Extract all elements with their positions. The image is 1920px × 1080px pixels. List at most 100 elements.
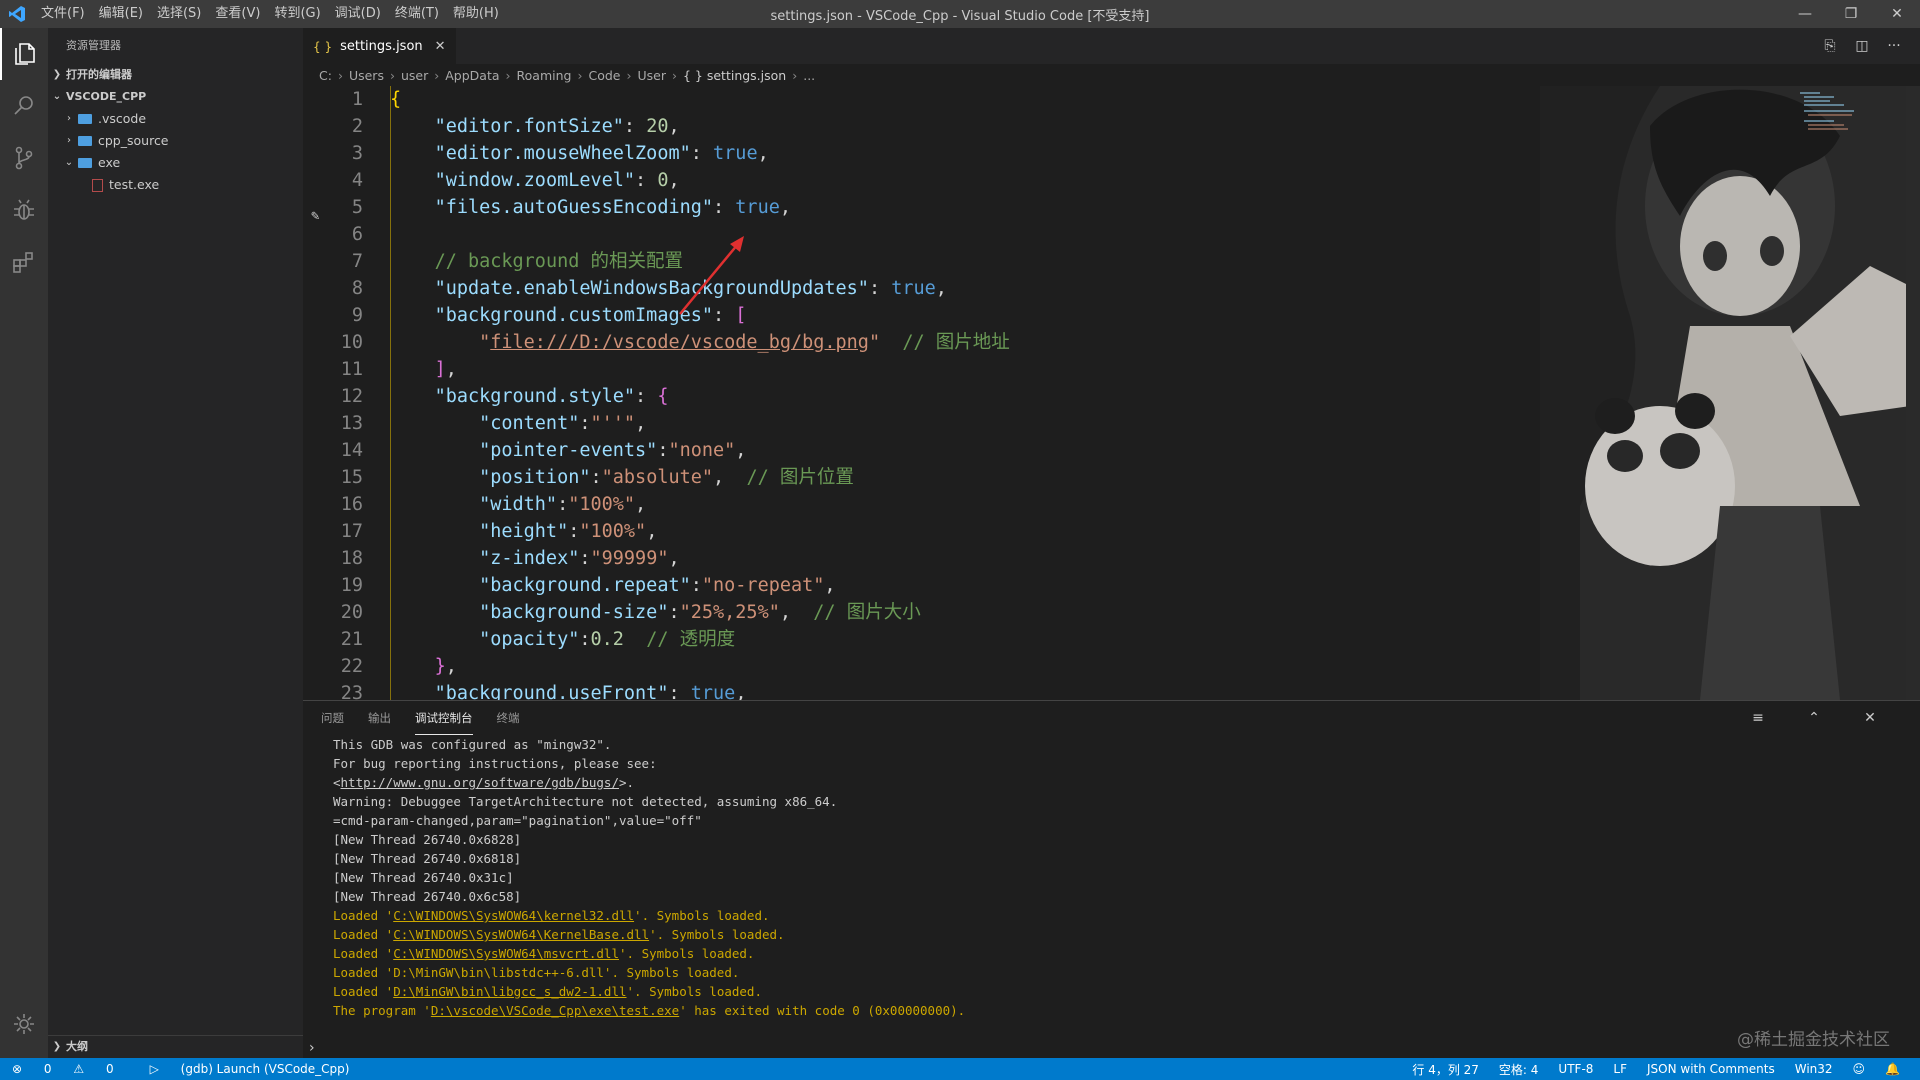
breadcrumb-item[interactable]: User	[637, 68, 666, 83]
console-link[interactable]: D:\vscode\VSCode_Cpp\exe\test.exe	[431, 1003, 679, 1018]
tab-debug-console[interactable]: 调试控制台	[415, 702, 473, 735]
menu-selection[interactable]: 选择(S)	[150, 0, 208, 28]
menu-file[interactable]: 文件(F)	[34, 0, 92, 28]
console-prompt[interactable]: ›	[309, 1040, 315, 1056]
line-content: "background.useFront": true,	[434, 683, 747, 700]
outline-label: 大纲	[66, 1040, 88, 1053]
menu-go[interactable]: 转到(G)	[267, 0, 327, 28]
tree-item-cpp-source[interactable]: › cpp_source	[48, 130, 303, 152]
line-content: "opacity":0.2 // 透明度	[479, 629, 736, 650]
console-link[interactable]: C:\WINDOWS\SysWOW64\msvcrt.dll	[393, 946, 619, 961]
console-line: Loaded 'D:\MinGW\bin\libstdc++-6.dll'. S…	[333, 965, 740, 980]
editor-actions: ⎘ ◫ ···	[1814, 28, 1910, 64]
console-line: [New Thread 26740.0x6818]	[333, 851, 522, 866]
tree-item-test-exe[interactable]: test.exe	[48, 174, 303, 196]
code-editor[interactable]: 1{2 "editor.fontSize": 20, 3 "editor.mous…	[303, 86, 1920, 700]
chevron-down-icon: ⌄	[52, 91, 62, 102]
line-content: // background 的相关配置	[434, 251, 683, 272]
breadcrumb-item[interactable]: Code	[588, 68, 620, 83]
restore-icon[interactable]: ❐	[1828, 0, 1874, 28]
line-content: "pointer-events":"none",	[479, 440, 747, 461]
tab-problems[interactable]: 问题	[321, 702, 344, 734]
breadcrumb-item[interactable]: AppData	[445, 68, 499, 83]
console-link[interactable]: D:\MinGW\bin\libgcc_s_dw2-1.dll	[393, 984, 626, 999]
folder-icon	[78, 114, 92, 124]
outline-section[interactable]: ❯ 大纲	[48, 1035, 303, 1058]
breadcrumb-item[interactable]: Users	[349, 68, 384, 83]
tab-settings-json[interactable]: { } settings.json ✕	[303, 28, 456, 64]
end-of-line[interactable]: LF	[1613, 1062, 1627, 1076]
bell-icon[interactable]: 🔔	[1885, 1062, 1900, 1076]
line-content: "content":"''",	[479, 413, 647, 434]
bottom-panel: 问题 输出 调试控制台 终端 ≡ ⌃ ✕ This GDB was config…	[303, 700, 1920, 1058]
menu-debug[interactable]: 调试(D)	[328, 0, 388, 28]
platform[interactable]: Win32	[1795, 1062, 1833, 1076]
source-control-icon	[15, 146, 33, 170]
close-window-icon[interactable]: ✕	[1874, 0, 1920, 28]
minimize-icon[interactable]: —	[1782, 0, 1828, 28]
close-panel-icon[interactable]: ✕	[1854, 702, 1886, 734]
breadcrumb-item[interactable]: { } settings.json	[683, 68, 786, 83]
open-editors-section[interactable]: ❯ 打开的编辑器	[48, 64, 303, 86]
console-line: Loaded 'C:\WINDOWS\SysWOW64\msvcrt.dll'.…	[333, 946, 755, 961]
source-control-button[interactable]	[0, 132, 48, 184]
cursor-position[interactable]: 行 4，列 27	[1412, 1061, 1479, 1078]
code-line: 2 "editor.fontSize": 20,	[303, 113, 1920, 140]
close-tab-icon[interactable]: ✕	[435, 39, 446, 54]
status-bar: ⊗ 0 ⚠ 0 ▷ (gdb) Launch (VSCode_Cpp) 行 4，…	[0, 1058, 1920, 1080]
console-link[interactable]: C:\WINDOWS\SysWOW64\KernelBase.dll	[393, 927, 649, 942]
tab-output[interactable]: 输出	[368, 702, 391, 734]
manage-button[interactable]	[0, 998, 48, 1050]
menu-edit[interactable]: 编辑(E)	[92, 0, 150, 28]
sidebar: 资源管理器 ❯ 打开的编辑器 ⌄ VSCODE_CPP › .vscode › …	[48, 28, 303, 1058]
explorer-button[interactable]	[0, 28, 48, 80]
line-number: 11	[340, 359, 363, 380]
line-number: 14	[340, 440, 363, 461]
line-number: 8	[351, 278, 363, 299]
indentation[interactable]: 空格: 4	[1499, 1061, 1539, 1078]
panel-actions: ≡ ⌃ ✕	[1742, 701, 1910, 735]
breadcrumb-item[interactable]: ...	[803, 68, 815, 83]
workspace-section[interactable]: ⌄ VSCODE_CPP	[48, 86, 303, 108]
tree-item-exe[interactable]: ⌄ exe	[48, 152, 303, 174]
menu-view[interactable]: 查看(V)	[208, 0, 267, 28]
chevron-right-icon: ›	[337, 67, 343, 83]
line-content: {	[390, 89, 402, 110]
console-line: [New Thread 26740.0x6c58]	[333, 889, 522, 904]
chevron-right-icon: ›	[434, 67, 440, 83]
tab-terminal[interactable]: 终端	[497, 702, 520, 734]
tree-item-vscode[interactable]: › .vscode	[48, 108, 303, 130]
debug-launch-status[interactable]: ▷ (gdb) Launch (VSCode_Cpp)	[150, 1062, 368, 1076]
clear-console-icon[interactable]: ≡	[1742, 702, 1774, 734]
tab-label: settings.json	[340, 39, 423, 54]
line-number: 20	[340, 602, 363, 623]
chevron-right-icon: ›	[671, 67, 677, 83]
title-bar: 文件(F) 编辑(E) 选择(S) 查看(V) 转到(G) 调试(D) 终端(T…	[0, 0, 1920, 28]
breadcrumb-item[interactable]: user	[401, 68, 428, 83]
breadcrumb-item[interactable]: Roaming	[517, 68, 572, 83]
line-number: 16	[340, 494, 363, 515]
encoding[interactable]: UTF-8	[1558, 1062, 1593, 1076]
problems-status[interactable]: ⊗ 0 ⚠ 0	[12, 1062, 132, 1076]
debug-config-label: (gdb) Launch (VSCode_Cpp)	[180, 1062, 350, 1076]
vscode-logo-icon	[0, 0, 34, 28]
maximize-panel-icon[interactable]: ⌃	[1798, 702, 1830, 734]
console-link[interactable]: C:\WINDOWS\SysWOW64\kernel32.dll	[393, 908, 634, 923]
split-editor-icon[interactable]: ◫	[1846, 38, 1878, 54]
language-mode[interactable]: JSON with Comments	[1647, 1062, 1775, 1076]
search-button[interactable]	[0, 80, 48, 132]
gear-icon	[14, 1014, 34, 1034]
extensions-button[interactable]	[0, 236, 48, 288]
open-settings-ui-icon[interactable]: ⎘	[1814, 38, 1846, 54]
more-actions-icon[interactable]: ···	[1878, 38, 1910, 54]
console-link[interactable]: http://www.gnu.org/software/gdb/bugs/	[341, 775, 619, 790]
menu-terminal[interactable]: 终端(T)	[388, 0, 446, 28]
chevron-right-icon: ›	[67, 113, 71, 124]
menu-help[interactable]: 帮助(H)	[446, 0, 506, 28]
activity-bar	[0, 28, 48, 1058]
feedback-icon[interactable]: ☺	[1853, 1062, 1866, 1076]
code-line: 17 "height":"100%",	[303, 518, 1920, 545]
breadcrumb-item[interactable]: C:	[319, 68, 332, 83]
debug-button[interactable]	[0, 184, 48, 236]
code-line: 1{	[303, 86, 1920, 113]
